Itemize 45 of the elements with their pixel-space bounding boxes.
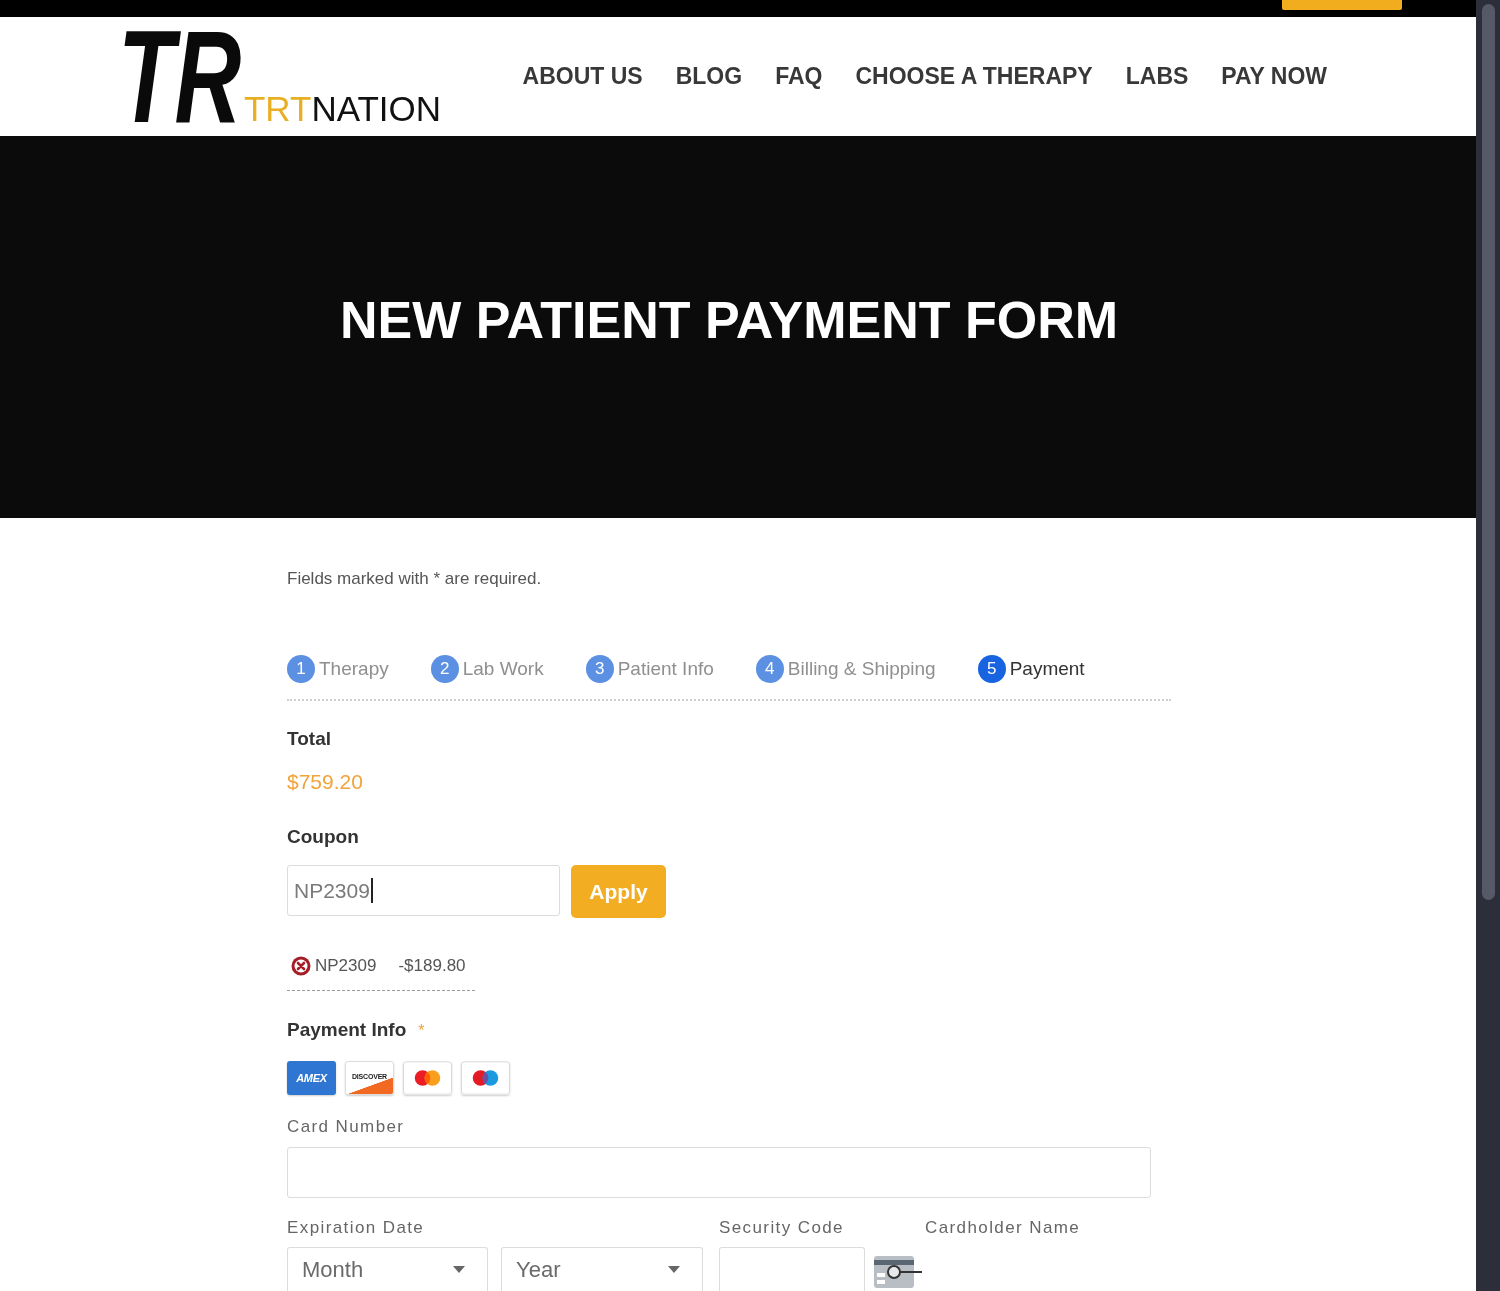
nav-link[interactable]: BLOG <box>675 62 743 91</box>
security-code-field[interactable] <box>719 1247 865 1291</box>
year-select[interactable]: Year <box>501 1247 703 1291</box>
card-logo: AMEX <box>287 1061 336 1095</box>
step-number: 3 <box>585 655 614 683</box>
security-code-label: Security Code <box>719 1217 844 1239</box>
total-label: Total <box>287 727 331 751</box>
coupon-label: Coupon <box>287 825 359 849</box>
coupon-discount: -$189.80 <box>398 955 466 977</box>
step-number: 1 <box>287 655 315 683</box>
close-icon[interactable] <box>291 956 311 976</box>
nav-link[interactable]: ABOUT US <box>522 62 643 91</box>
coupon-field[interactable]: NP2309 <box>287 865 560 916</box>
overlapping-circles-icon <box>461 1061 510 1095</box>
step-label: Billing & Shipping <box>787 657 936 681</box>
nav-link[interactable]: CHOOSE A THERAPY <box>855 62 1093 91</box>
required-mark: * <box>418 1022 425 1040</box>
card-number-field[interactable] <box>287 1147 1151 1198</box>
nav-link[interactable]: LABS <box>1125 62 1189 91</box>
card-number-label: Card Number <box>287 1116 405 1138</box>
page-title: NEW PATIENT PAYMENT FORM <box>339 289 1119 351</box>
coupon-code: NP2309 <box>315 955 377 977</box>
logo-mark[interactable]: TR <box>118 26 242 127</box>
step-label: Payment <box>1009 657 1085 681</box>
caret-icon <box>668 1266 680 1273</box>
step-label: Patient Info <box>617 657 714 681</box>
required-note: Fields marked with * are required. <box>287 568 542 590</box>
credit-card-icon <box>874 1256 922 1288</box>
payment-info-label: Payment Info <box>287 1018 407 1042</box>
expiration-date-label: Expiration Date <box>287 1217 425 1239</box>
header-button[interactable] <box>1282 0 1402 10</box>
step-label: Lab Work <box>462 657 544 681</box>
cardholder-name-label: Cardholder Name <box>925 1217 1081 1239</box>
nav-link[interactable]: PAY NOW <box>1221 62 1327 91</box>
step-number: 2 <box>430 655 459 683</box>
step-number: 4 <box>755 655 784 683</box>
scrollbar-thumb[interactable] <box>1482 4 1495 900</box>
step-number: 5 <box>977 655 1006 683</box>
step-label: Therapy <box>319 657 389 681</box>
brand-name[interactable]: TRTNATION <box>243 90 441 126</box>
nav-link[interactable]: FAQ <box>775 62 823 91</box>
total-amount: $759.20 <box>287 769 363 795</box>
month-select[interactable]: Month <box>287 1247 488 1291</box>
caret-icon <box>453 1266 465 1273</box>
overlapping-circles-icon <box>403 1061 452 1095</box>
